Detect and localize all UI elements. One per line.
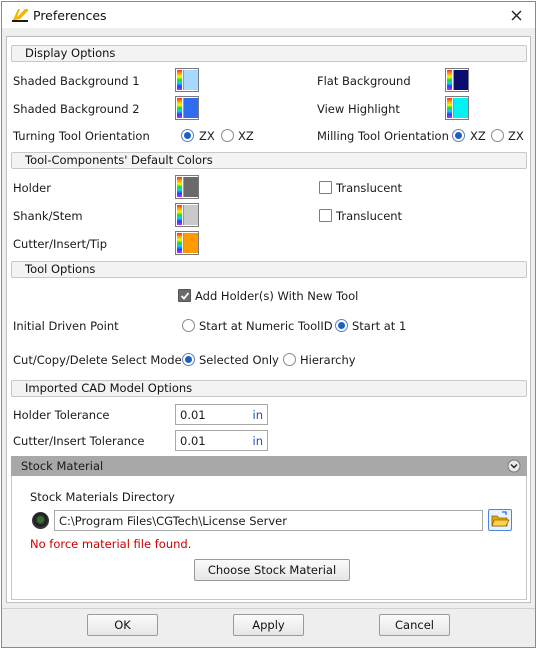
browse-folder-button[interactable] (488, 509, 512, 531)
turning-xz-radio[interactable] (221, 129, 234, 142)
status-indicator-icon (32, 512, 49, 529)
milling-zx-label: ZX (508, 129, 524, 143)
section-title: Imported CAD Model Options (17, 381, 198, 395)
view-highlight-label: View Highlight (317, 102, 400, 116)
flat-bg-swatch[interactable] (445, 68, 469, 92)
shaded-bg-1-label: Shaded Background 1 (13, 74, 140, 88)
holder-color-swatch[interactable] (175, 175, 199, 199)
stock-material-header[interactable]: Stock Material (11, 456, 527, 476)
stock-dir-value: C:\Program Files\CGTech\License Server (59, 514, 287, 528)
view-highlight-swatch[interactable] (445, 96, 469, 120)
window-title: Preferences (33, 8, 107, 23)
driven-point-numeric-label: Start at Numeric ToolID (199, 319, 333, 333)
section-title: Display Options (17, 46, 121, 60)
driven-point-one-radio[interactable] (335, 319, 348, 332)
shaded-bg-2-swatch[interactable] (175, 96, 199, 120)
add-holder-label: Add Holder(s) With New Tool (195, 289, 359, 303)
checkmark-icon (180, 292, 190, 300)
milling-xz-radio[interactable] (452, 129, 465, 142)
close-icon (511, 10, 521, 20)
cutter-color-swatch[interactable] (175, 231, 199, 255)
add-holder-checkbox[interactable] (178, 289, 191, 302)
shaded-bg-1-swatch[interactable] (175, 68, 199, 92)
holder-translucent-checkbox[interactable] (319, 181, 332, 194)
select-mode-hierarchy-label: Hierarchy (300, 353, 356, 367)
preferences-dialog: Preferences Display Options Shaded Backg… (1, 1, 536, 648)
select-mode-selected-radio[interactable] (182, 353, 195, 366)
shank-translucent-label: Translucent (336, 209, 403, 223)
turning-zx-radio[interactable] (181, 129, 194, 142)
milling-zx-radio[interactable] (491, 129, 504, 142)
stock-material-panel: Stock Materials Directory C:\Program Fil… (11, 476, 527, 600)
cad-options-header: Imported CAD Model Options (11, 380, 527, 397)
holder-tolerance-value: 0.01 (180, 408, 206, 422)
stock-dir-field[interactable]: C:\Program Files\CGTech\License Server (54, 510, 483, 531)
section-title: Tool Options (17, 262, 101, 276)
driven-point-numeric-radio[interactable] (182, 319, 195, 332)
ok-button[interactable]: OK (87, 614, 158, 636)
cutter-label: Cutter/Insert/Tip (13, 237, 108, 251)
tool-options-header: Tool Options (11, 261, 527, 278)
apply-button[interactable]: Apply (233, 614, 304, 636)
stock-dir-label: Stock Materials Directory (30, 490, 175, 504)
select-mode-hierarchy-radio[interactable] (283, 353, 296, 366)
holder-tolerance-unit: in (252, 408, 263, 422)
choose-stock-material-button[interactable]: Choose Stock Material (194, 559, 350, 581)
cutter-tolerance-value: 0.01 (180, 434, 206, 448)
holder-tolerance-label: Holder Tolerance (13, 408, 110, 422)
milling-xz-label: XZ (470, 129, 486, 143)
shank-label: Shank/Stem (13, 209, 83, 223)
title-bar: Preferences (2, 2, 535, 28)
flat-bg-label: Flat Background (317, 74, 411, 88)
display-options-header: Display Options (11, 45, 527, 62)
holder-label: Holder (13, 181, 51, 195)
preferences-content: Display Options Shaded Background 1 Flat… (6, 36, 531, 603)
shank-color-swatch[interactable] (175, 203, 199, 227)
turning-xz-label: XZ (238, 129, 254, 143)
holder-translucent-label: Translucent (336, 181, 403, 195)
open-folder-icon (491, 511, 510, 527)
turning-orientation-label: Turning Tool Orientation (13, 129, 150, 143)
milling-orientation-label: Milling Tool Orientation (317, 129, 449, 143)
shank-translucent-checkbox[interactable] (319, 209, 332, 222)
cutter-tolerance-label: Cutter/Insert Tolerance (13, 434, 145, 448)
shaded-bg-2-label: Shaded Background 2 (13, 102, 140, 116)
stock-error-message: No force material file found. (30, 537, 192, 551)
footer-divider (2, 608, 535, 609)
section-title: Tool-Components' Default Colors (17, 153, 218, 167)
select-mode-label: Cut/Copy/Delete Select Mode (13, 353, 182, 367)
cutter-tolerance-input[interactable]: 0.01 in (175, 430, 268, 451)
cancel-button[interactable]: Cancel (379, 614, 450, 636)
turning-zx-label: ZX (199, 129, 215, 143)
close-button[interactable] (507, 6, 525, 24)
component-colors-header: Tool-Components' Default Colors (11, 152, 527, 169)
cutter-tolerance-unit: in (252, 434, 263, 448)
select-mode-selected-label: Selected Only (199, 353, 279, 367)
app-logo-icon (11, 7, 29, 23)
driven-point-label: Initial Driven Point (13, 319, 119, 333)
stock-material-title: Stock Material (21, 459, 104, 473)
holder-tolerance-input[interactable]: 0.01 in (175, 404, 268, 425)
driven-point-one-label: Start at 1 (352, 319, 407, 333)
chevron-down-icon (507, 459, 521, 473)
